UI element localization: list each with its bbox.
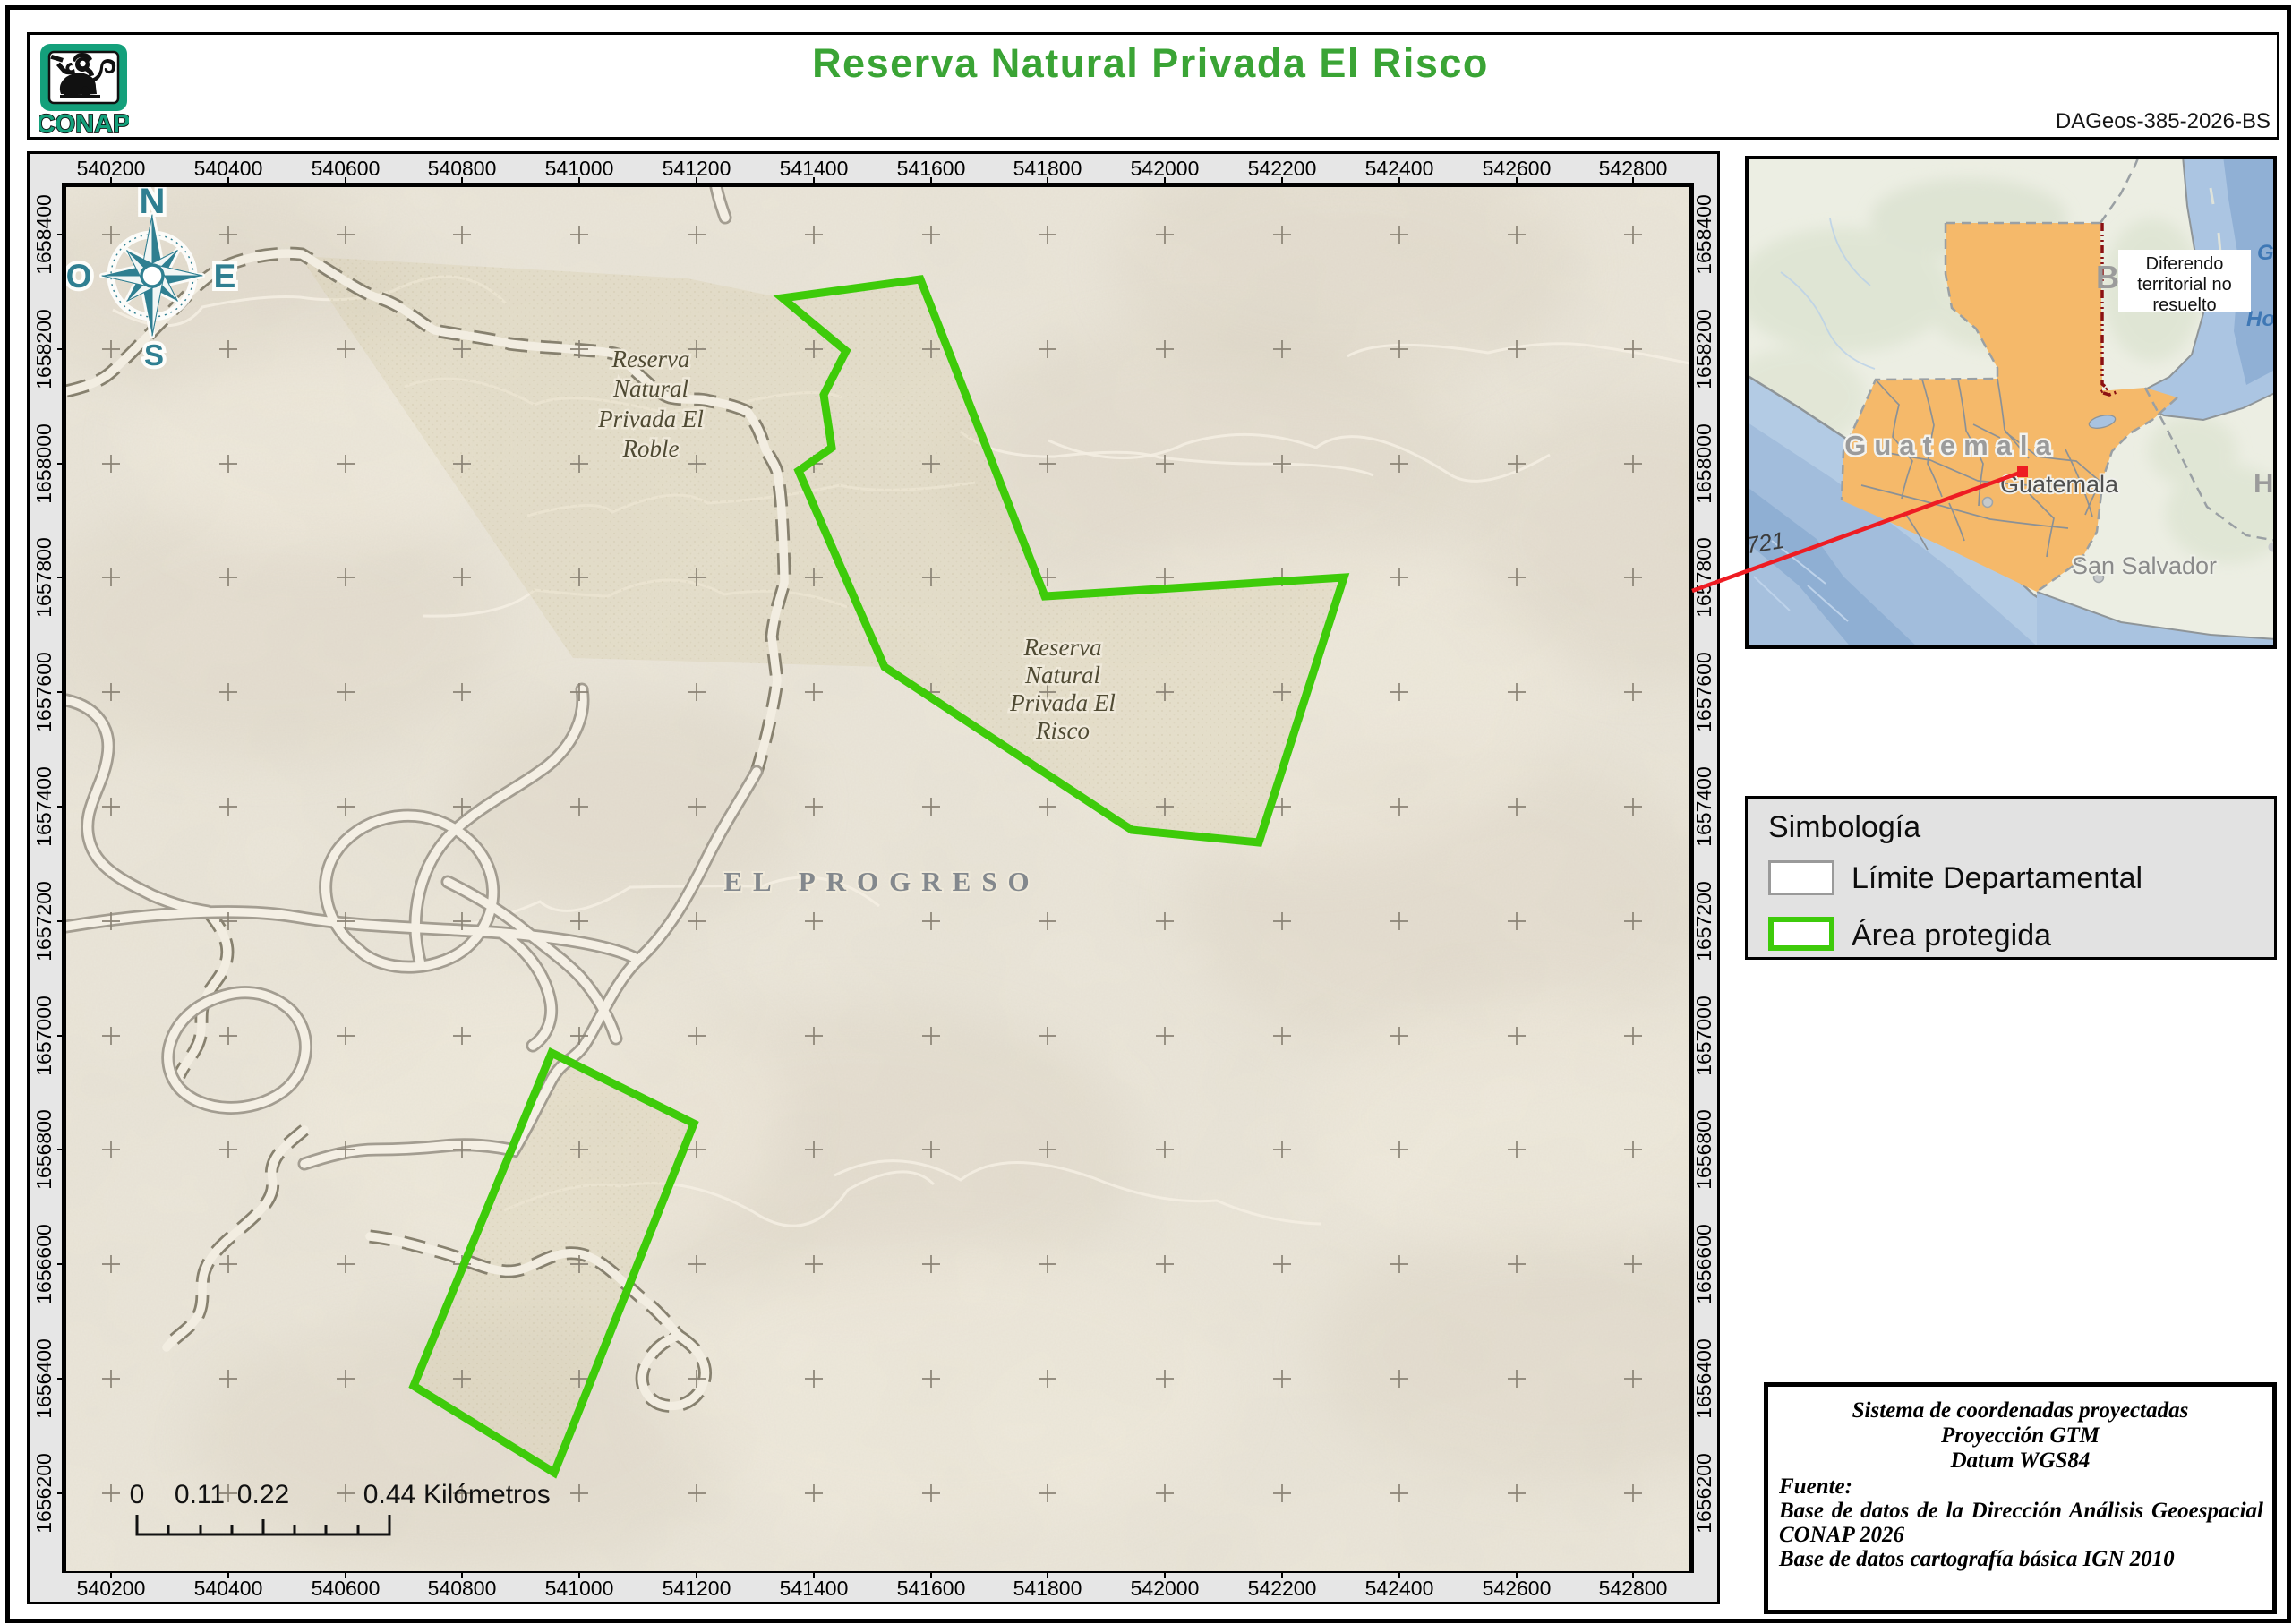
svg-text:541800: 541800 <box>1013 157 1082 180</box>
svg-text:E: E <box>214 258 236 295</box>
svg-text:0.22: 0.22 <box>237 1480 289 1509</box>
svg-text:B: B <box>2096 259 2119 295</box>
svg-text:1657000: 1657000 <box>1692 996 1715 1076</box>
svg-text:1656800: 1656800 <box>1692 1109 1715 1190</box>
svg-text:1658200: 1658200 <box>1692 309 1715 389</box>
svg-text:resuelto: resuelto <box>2152 295 2216 315</box>
svg-text:1657000: 1657000 <box>32 996 56 1076</box>
svg-text:1658000: 1658000 <box>32 423 56 504</box>
svg-text:Privada El: Privada El <box>597 406 704 432</box>
svg-text:1658200: 1658200 <box>32 309 56 389</box>
svg-text:Privada El: Privada El <box>1009 689 1116 716</box>
svg-text:541400: 541400 <box>780 157 849 180</box>
svg-text:1656800: 1656800 <box>32 1109 56 1190</box>
svg-text:542800: 542800 <box>1599 1577 1668 1600</box>
svg-text:542000: 542000 <box>1131 1577 1200 1600</box>
svg-text:542800: 542800 <box>1599 157 1668 180</box>
svg-text:1657400: 1657400 <box>32 766 56 847</box>
svg-text:1658400: 1658400 <box>32 194 56 275</box>
svg-text:Guatemala: Guatemala <box>1844 430 2059 461</box>
svg-text:Natural: Natural <box>612 375 688 402</box>
svg-text:1657200: 1657200 <box>1692 881 1715 962</box>
svg-text:1657800: 1657800 <box>1692 537 1715 618</box>
svg-text:1656400: 1656400 <box>1692 1338 1715 1419</box>
svg-text:1657800: 1657800 <box>32 537 56 618</box>
svg-text:0.44: 0.44 <box>363 1480 415 1509</box>
svg-text:541600: 541600 <box>897 157 966 180</box>
svg-text:1657600: 1657600 <box>32 652 56 732</box>
svg-text:540800: 540800 <box>428 157 497 180</box>
svg-text:CONAP: CONAP <box>39 110 129 136</box>
svg-text:Diferendo: Diferendo <box>2146 254 2224 274</box>
svg-text:542400: 542400 <box>1365 1577 1434 1600</box>
svg-text:1657400: 1657400 <box>1692 766 1715 847</box>
svg-text:542400: 542400 <box>1365 157 1434 180</box>
svg-text:S: S <box>144 338 164 372</box>
svg-text:0.11: 0.11 <box>175 1480 225 1509</box>
svg-text:542600: 542600 <box>1483 1577 1552 1600</box>
svg-text:Reserva: Reserva <box>611 346 690 372</box>
svg-text:Roble: Roble <box>622 435 680 462</box>
svg-text:540800: 540800 <box>428 1577 497 1600</box>
svg-text:540400: 540400 <box>194 1577 263 1600</box>
svg-text:0: 0 <box>130 1480 145 1509</box>
svg-text:541200: 541200 <box>663 1577 731 1600</box>
svg-text:Kilómetros: Kilómetros <box>423 1480 551 1509</box>
svg-text:542000: 542000 <box>1131 157 1200 180</box>
svg-text:1656200: 1656200 <box>1692 1453 1715 1534</box>
svg-text:540600: 540600 <box>312 157 381 180</box>
svg-text:540200: 540200 <box>77 1577 146 1600</box>
svg-text:542600: 542600 <box>1483 157 1552 180</box>
svg-text:1656200: 1656200 <box>32 1453 56 1534</box>
svg-text:Risco: Risco <box>1035 717 1090 744</box>
svg-text:541000: 541000 <box>545 157 614 180</box>
svg-text:1657600: 1657600 <box>1692 652 1715 732</box>
svg-text:1656600: 1656600 <box>32 1224 56 1304</box>
svg-text:1656600: 1656600 <box>1692 1224 1715 1304</box>
svg-text:N: N <box>140 187 166 221</box>
svg-text:1656400: 1656400 <box>32 1338 56 1419</box>
svg-text:542200: 542200 <box>1248 1577 1317 1600</box>
svg-text:Reserva: Reserva <box>1023 634 1102 661</box>
svg-text:541800: 541800 <box>1013 1577 1082 1600</box>
svg-text:Natural: Natural <box>1024 662 1100 688</box>
svg-text:O: O <box>66 258 91 295</box>
svg-text:Guatemala: Guatemala <box>2000 471 2119 498</box>
svg-text:541200: 541200 <box>663 157 731 180</box>
svg-text:541600: 541600 <box>897 1577 966 1600</box>
svg-text:San Salvador: San Salvador <box>2072 552 2217 579</box>
svg-text:540200: 540200 <box>77 157 146 180</box>
svg-text:1658400: 1658400 <box>1692 194 1715 275</box>
svg-text:EL PROGRESO: EL PROGRESO <box>723 866 1039 897</box>
svg-text:1658000: 1658000 <box>1692 423 1715 504</box>
svg-text:541400: 541400 <box>780 1577 849 1600</box>
svg-text:540400: 540400 <box>194 157 263 180</box>
svg-text:542200: 542200 <box>1248 157 1317 180</box>
svg-text:Hon: Hon <box>2246 307 2277 331</box>
svg-text:1657200: 1657200 <box>32 881 56 962</box>
svg-text:541000: 541000 <box>545 1577 614 1600</box>
svg-text:territorial no: territorial no <box>2137 275 2232 295</box>
svg-text:540600: 540600 <box>312 1577 381 1600</box>
svg-text:G: G <box>2257 241 2274 265</box>
